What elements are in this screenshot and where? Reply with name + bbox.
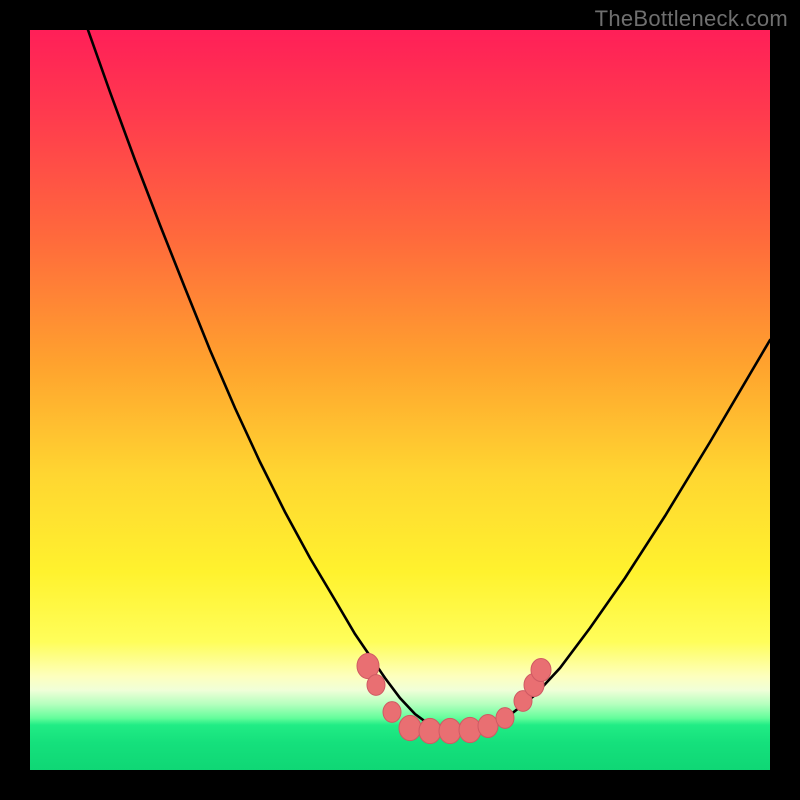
- watermark-text: TheBottleneck.com: [595, 6, 788, 32]
- heat-gradient: [30, 30, 770, 725]
- green-band: [30, 725, 770, 770]
- chart-frame: [30, 30, 770, 770]
